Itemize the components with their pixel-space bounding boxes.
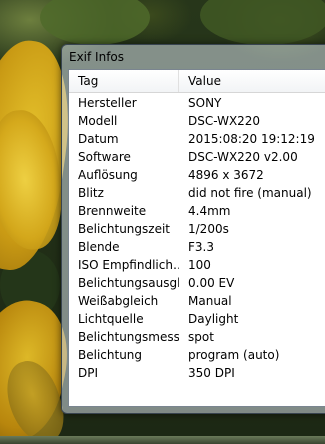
list-header: Tag Value: [69, 70, 325, 93]
row-tag: Blitz: [78, 186, 104, 200]
row-value: 100: [188, 258, 211, 272]
row-value: 4896 x 3672: [188, 168, 264, 182]
row-value: Daylight: [188, 312, 239, 326]
row-value: DSC-WX220 v2.00: [188, 150, 298, 164]
row-value: 1/200s: [188, 222, 229, 236]
row-tag: Hersteller: [78, 96, 137, 110]
row-value: 350 DPI: [188, 366, 235, 380]
row-tag: ISO Empfindlich…: [78, 258, 179, 272]
row-tag: Belichtungsmess…: [78, 330, 179, 344]
row-value: Manual: [188, 294, 232, 308]
row-value: 2015:08:20 19:12:19: [188, 132, 315, 146]
table-row[interactable]: Blitz did not fire (manual): [69, 184, 325, 202]
row-tag: Brennweite: [78, 204, 147, 218]
row-tag: Auflösung: [78, 168, 138, 182]
table-row[interactable]: Blende F3.3: [69, 238, 325, 256]
table-row[interactable]: Hersteller SONY: [69, 94, 325, 112]
table-row[interactable]: Belichtung program (auto): [69, 346, 325, 364]
table-row[interactable]: Weißabgleich Manual: [69, 292, 325, 310]
row-tag: Software: [78, 150, 131, 164]
table-row[interactable]: Auflösung 4896 x 3672: [69, 166, 325, 184]
exif-rows: Hersteller SONY Modell DSC-WX220 Datum 2015:0…: [69, 93, 325, 382]
row-tag: Weißabgleich: [78, 294, 159, 308]
table-row[interactable]: Lichtquelle Daylight: [69, 310, 325, 328]
table-row[interactable]: Datum 2015:08:20 19:12:19: [69, 130, 325, 148]
table-row[interactable]: Belichtungsmess… spot: [69, 328, 325, 346]
row-value: DSC-WX220: [188, 114, 261, 128]
row-tag: Lichtquelle: [78, 312, 144, 326]
row-value: 4.4mm: [188, 204, 231, 218]
column-header-value[interactable]: Value: [179, 70, 325, 92]
row-tag: Belichtung: [78, 348, 143, 362]
row-value: spot: [188, 330, 214, 344]
row-value: SONY: [188, 96, 222, 110]
row-tag: Datum: [78, 132, 119, 146]
window-title[interactable]: Exif Infos: [62, 45, 325, 69]
row-tag: Modell: [78, 114, 118, 128]
table-row[interactable]: Belichtungszeit 1/200s: [69, 220, 325, 238]
exif-list-view[interactable]: Tag Value Hersteller SONY Modell DSC-WX220 D…: [68, 69, 325, 407]
row-value: 0.00 EV: [188, 276, 235, 290]
table-row[interactable]: Belichtungsausgl… 0.00 EV: [69, 274, 325, 292]
row-tag: DPI: [78, 366, 99, 380]
row-tag: Belichtungszeit: [78, 222, 170, 236]
table-row[interactable]: ISO Empfindlich… 100: [69, 256, 325, 274]
exif-info-window[interactable]: Exif Infos Tag Value Hersteller SONY Model…: [61, 44, 325, 414]
table-row[interactable]: DPI 350 DPI: [69, 364, 325, 382]
row-value: did not fire (manual): [188, 186, 312, 200]
row-tag: Belichtungsausgl…: [78, 276, 179, 290]
row-value: F3.3: [188, 240, 214, 254]
column-header-tag[interactable]: Tag: [69, 70, 179, 92]
table-row[interactable]: Software DSC-WX220 v2.00: [69, 148, 325, 166]
table-row[interactable]: Modell DSC-WX220: [69, 112, 325, 130]
row-value: program (auto): [188, 348, 280, 362]
table-row[interactable]: Brennweite 4.4mm: [69, 202, 325, 220]
row-tag: Blende: [78, 240, 120, 254]
